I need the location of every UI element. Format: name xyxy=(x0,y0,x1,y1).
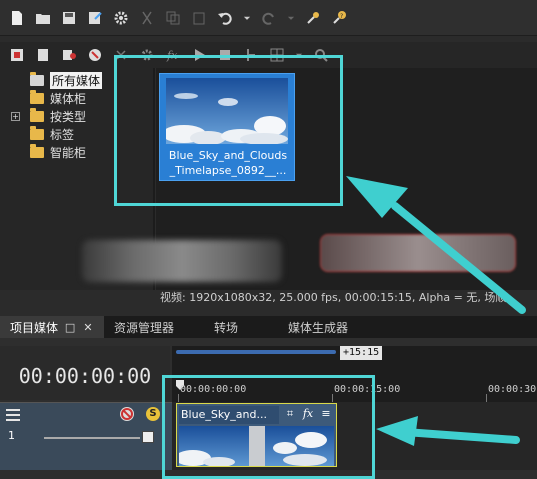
arrow-icon xyxy=(346,176,526,314)
arrow-icon xyxy=(376,416,520,446)
annotation-arrows xyxy=(346,176,526,446)
